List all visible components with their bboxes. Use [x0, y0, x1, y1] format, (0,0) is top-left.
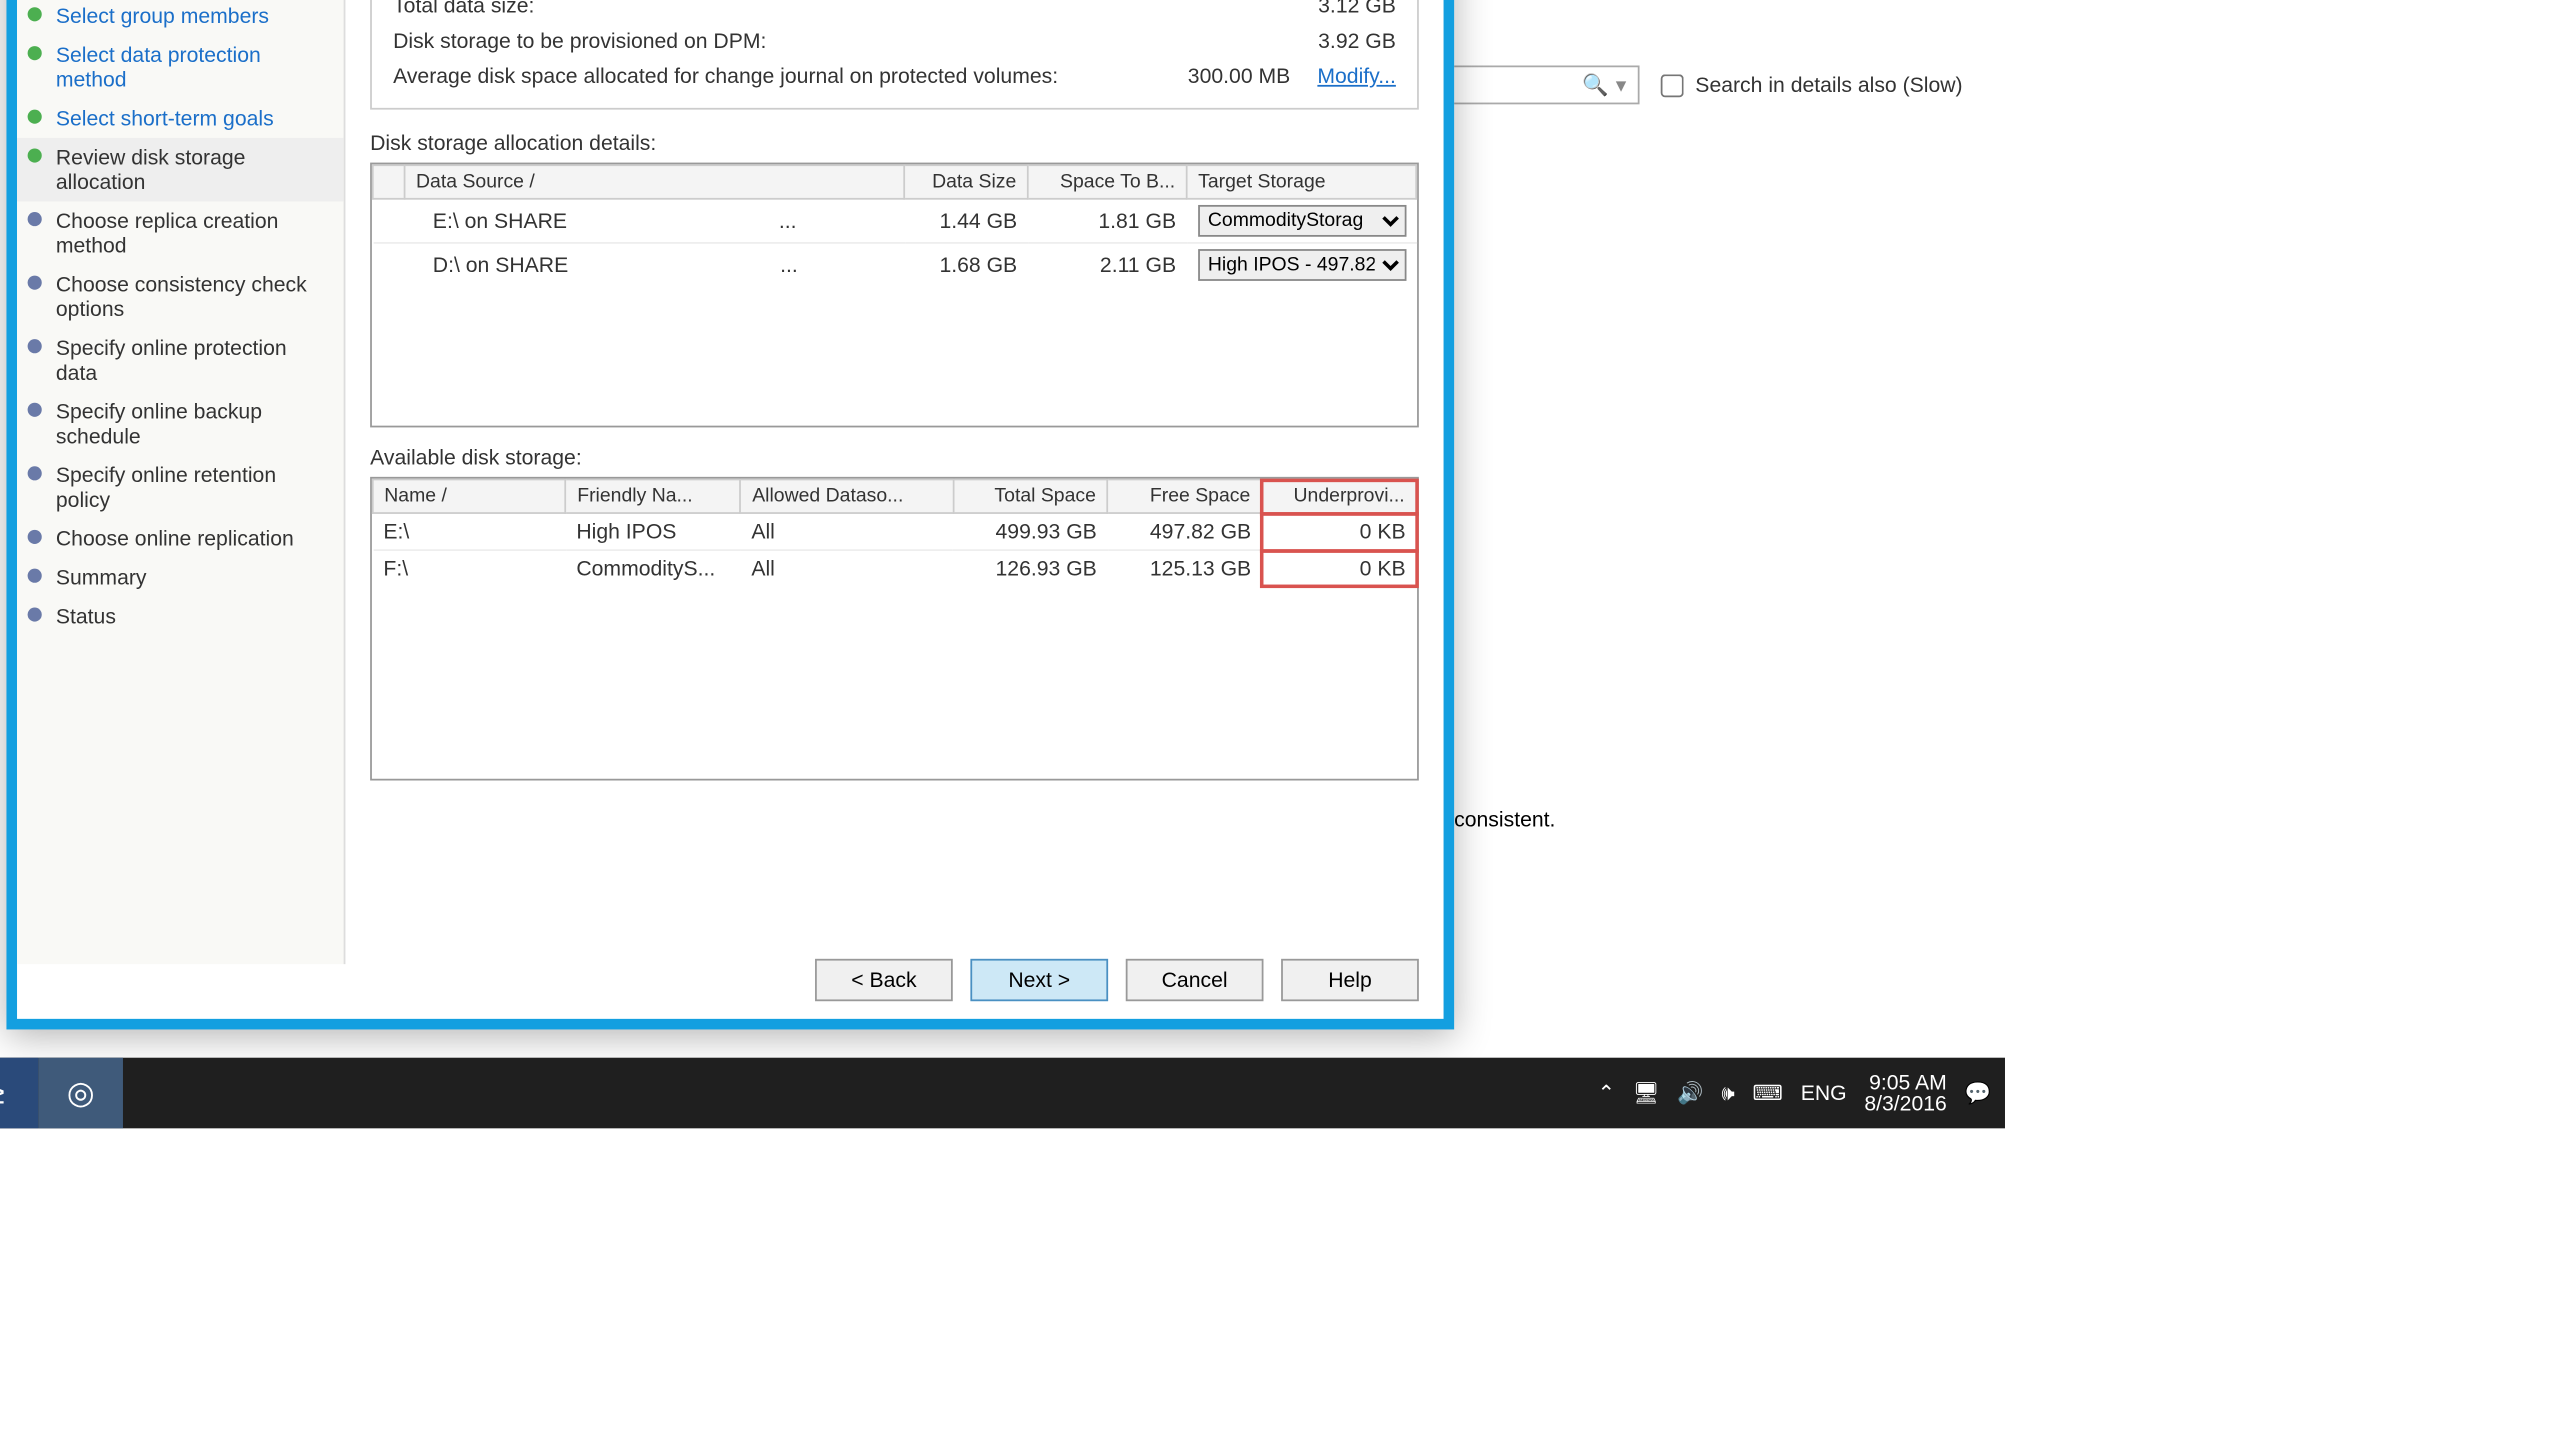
taskbar: ⊞ 🔍 ⎚ e 📁 🗄 ≥ ◎ ⌃ 🖥 🔊 🕪 ⌨ ENG 9:05 AM 8/… — [0, 1058, 2005, 1129]
dpm-task-button[interactable]: ◎ — [38, 1058, 123, 1129]
cancel-button[interactable]: Cancel — [1126, 959, 1264, 1001]
col-under[interactable]: Underprovi... — [1262, 480, 1416, 514]
provisioned-size: 3.92 GB — [1272, 28, 1396, 53]
target-storage-select[interactable]: High IPOS - 497.82 — [1197, 249, 1405, 281]
step-2[interactable]: Select group members — [17, 0, 344, 35]
tray-keyboard-icon[interactable]: ⌨ — [1752, 1081, 1783, 1106]
col-friendly[interactable]: Friendly Na... — [566, 480, 741, 514]
step-3[interactable]: Select data protection method — [17, 35, 344, 99]
step-12: Summary — [17, 558, 344, 597]
search-icon: 🔍 — [1582, 73, 1608, 98]
col-free[interactable]: Free Space — [1107, 480, 1261, 514]
col-space[interactable]: Space To B... — [1028, 165, 1187, 199]
col-target[interactable]: Target Storage — [1187, 165, 1417, 199]
tray-network-icon[interactable]: 🕪 — [1721, 1080, 1734, 1106]
tray-volume-icon[interactable]: 🔊 — [1677, 1081, 1703, 1106]
available-storage-table: Name / Friendly Na... Allowed Dataso... … — [372, 479, 1417, 587]
col-name[interactable]: Name / — [373, 480, 566, 514]
col-allowed[interactable]: Allowed Dataso... — [741, 480, 953, 514]
step-8: Specify online protection data — [17, 329, 344, 393]
modify-link[interactable]: Modify... — [1317, 64, 1396, 89]
target-storage-select[interactable]: CommodityStorag — [1197, 205, 1405, 237]
step-10: Specify online retention policy — [17, 456, 344, 520]
avg-journal-size: 300.00 MB — [1188, 64, 1290, 89]
step-11: Choose online replication — [17, 519, 344, 558]
powershell-button[interactable]: ≥ — [0, 1058, 38, 1129]
search-details-checkbox[interactable]: Search in details also (Slow) — [1653, 68, 1963, 102]
details-row[interactable]: D:\ on SHARE...1.68 GB2.11 GBHigh IPOS -… — [373, 243, 1416, 286]
step-5: Review disk storage allocation — [17, 138, 344, 202]
step-6: Choose replica creation method — [17, 201, 344, 265]
avail-row[interactable]: F:\CommodityS...All126.93 GB125.13 GB0 K… — [373, 550, 1416, 586]
details-title: Disk storage allocation details: — [370, 131, 1419, 156]
help-button[interactable]: Help — [1281, 959, 1419, 1001]
back-button[interactable]: < Back — [815, 959, 953, 1001]
next-button[interactable]: Next > — [970, 959, 1108, 1001]
total-data-size: 3.12 GB — [1272, 0, 1396, 18]
col-data-size[interactable]: Data Size — [904, 165, 1028, 199]
avail-row[interactable]: E:\High IPOSAll499.93 GB497.82 GB0 KB — [373, 513, 1416, 550]
create-protection-group-dialog: Create New Protection Group ✕ Review Dis… — [6, 0, 1454, 1029]
avail-title: Available disk storage: — [370, 445, 1419, 470]
tray-display-icon[interactable]: 🖥 — [1633, 1081, 1660, 1106]
col-total[interactable]: Total Space — [953, 480, 1107, 514]
tray-notify-icon[interactable]: 💬 — [1964, 1081, 1990, 1106]
allocation-details-table: Data Source / Data Size Space To B... Ta… — [372, 164, 1417, 286]
tray-overflow-icon[interactable]: ⌃ — [1597, 1081, 1615, 1106]
content-fragment: consistent. — [1454, 807, 1555, 832]
step-9: Specify online backup schedule — [17, 392, 344, 456]
step-4[interactable]: Select short-term goals — [17, 99, 344, 138]
step-7: Choose consistency check options — [17, 265, 344, 329]
tray-clock[interactable]: 9:05 AM 8/3/2016 — [1864, 1072, 1946, 1114]
step-13: Status — [17, 597, 344, 636]
tray-lang[interactable]: ENG — [1801, 1081, 1847, 1106]
details-row[interactable]: E:\ on SHARE...1.44 GB1.81 GBCommoditySt… — [373, 199, 1416, 243]
col-data-source[interactable]: Data Source / — [405, 165, 905, 199]
